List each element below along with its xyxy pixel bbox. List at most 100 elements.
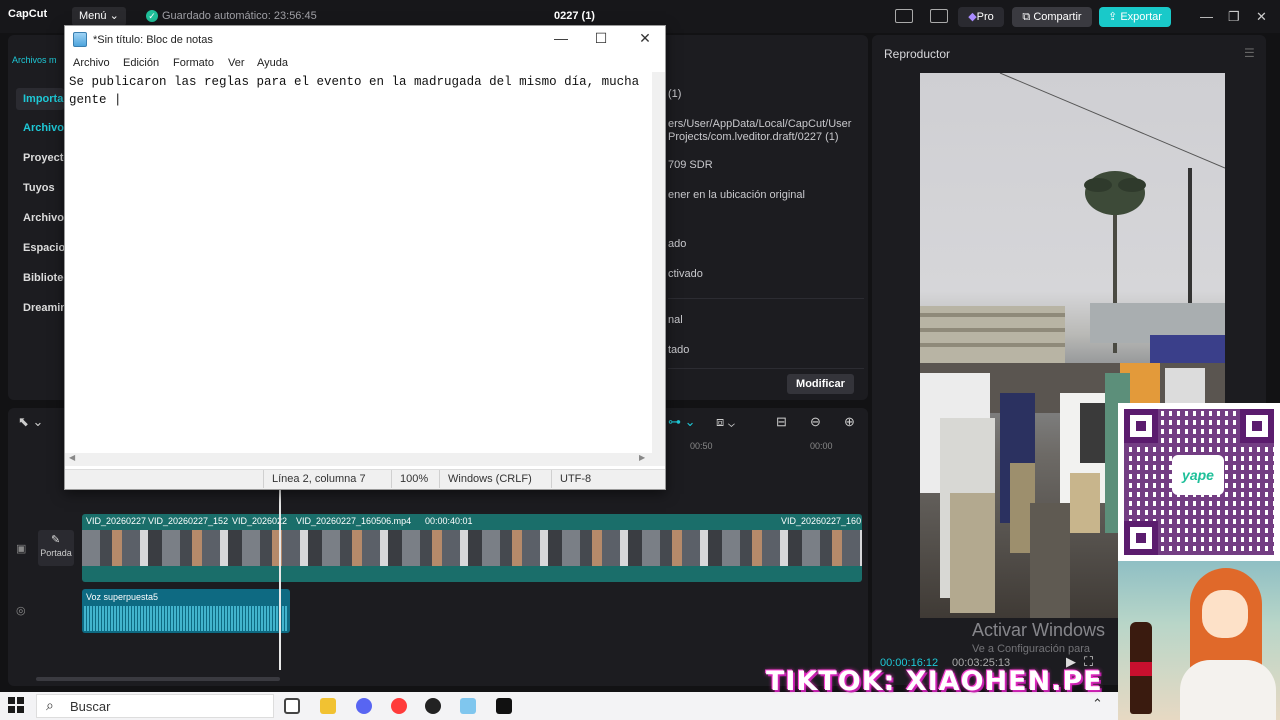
file-explorer-icon[interactable] <box>320 698 336 714</box>
notepad-text-area[interactable]: Se publicaron las reglas para el evento … <box>69 73 645 109</box>
voiceover-label: Voz superpuesta5 <box>86 592 159 602</box>
windows-start-icon[interactable] <box>8 697 24 713</box>
vertical-scrollbar[interactable] <box>652 72 665 453</box>
close-icon[interactable]: ✕ <box>1256 9 1267 25</box>
minimize-icon[interactable]: — <box>541 30 581 46</box>
playhead[interactable] <box>279 486 281 670</box>
minimize-icon[interactable]: — <box>1200 9 1213 24</box>
sidebar-item-space[interactable]: Espacio <box>16 237 64 259</box>
sidebar-item-project[interactable]: Proyecto <box>16 147 64 169</box>
maximize-icon[interactable]: ❐ <box>1228 9 1240 25</box>
menu-button[interactable]: Menú ⌄ <box>72 7 126 26</box>
color-space-value: 709 SDR <box>668 159 713 171</box>
sidebar-item-files[interactable]: Archivos <box>16 207 64 229</box>
sidebar-item-import[interactable]: Importar <box>16 88 64 110</box>
obs-icon[interactable] <box>425 698 441 714</box>
horizontal-scrollbar[interactable] <box>65 453 665 466</box>
status-separator <box>391 470 392 488</box>
search-icon: ⌕ <box>46 697 54 713</box>
player-title: Reproductor <box>884 47 951 61</box>
clip-label[interactable]: VID_20260227_152 <box>148 516 228 526</box>
ruler-mark: 00:00 <box>810 441 833 451</box>
audio-waveform <box>84 606 288 631</box>
divider <box>668 298 864 299</box>
diamond-icon: ◆ <box>968 11 977 23</box>
menu-edicion[interactable]: Edición <box>123 57 159 69</box>
project-title: 0227 (1) <box>554 10 595 22</box>
activate-windows-title: Activar Windows <box>972 620 1106 640</box>
clip-label[interactable]: VID_20260227_160 <box>781 516 861 526</box>
notepad-title: *Sin título: Bloc de notas <box>93 34 213 46</box>
yape-logo: yape <box>1172 455 1224 495</box>
autosave-status: ✓ Guardado automático: 23:56:45 <box>146 10 317 22</box>
pro-button[interactable]: ◆Pro <box>958 7 1004 27</box>
notepad-app-icon <box>73 32 87 47</box>
menu-ver[interactable]: Ver <box>228 57 245 69</box>
project-path-line2: Projects/com.lveditor.draft/0227 (1) <box>668 131 839 143</box>
menu-label: Menú <box>79 10 107 22</box>
hamburger-menu-icon[interactable]: ☰ <box>1244 46 1255 60</box>
share-icon: ⧉ <box>1022 11 1034 23</box>
line-ending: Windows (CRLF) <box>448 473 532 485</box>
maximize-icon[interactable]: ☐ <box>581 30 621 47</box>
check-icon: ✓ <box>146 10 158 22</box>
layout-icon[interactable] <box>895 9 913 23</box>
menu-formato[interactable]: Formato <box>173 57 214 69</box>
modify-button[interactable]: Modificar <box>787 374 854 394</box>
link-toggle-icon[interactable]: ⊶ ⌄ <box>668 414 696 430</box>
zoom-level: 100% <box>400 473 429 485</box>
status-separator <box>263 470 264 488</box>
keyboard-icon[interactable] <box>930 9 948 23</box>
cursor-position: Línea 2, columna 7 <box>272 473 366 485</box>
clip-label[interactable]: VID_20260227_160506.mp4 <box>296 516 411 526</box>
notepad-taskbar-icon[interactable] <box>460 698 476 714</box>
qr-finder <box>1240 409 1274 443</box>
ruler-mark: 00:50 <box>690 441 713 451</box>
sidebar-item-yours[interactable]: Tuyos <box>16 177 64 199</box>
pro-label: Pro <box>976 11 994 23</box>
timeline-scrollbar[interactable] <box>36 677 280 681</box>
save-option-value: ener en la ubicación original <box>668 189 805 201</box>
capcut-taskbar-icon[interactable] <box>496 698 512 714</box>
select-tool-icon[interactable]: ⬉ ⌄ <box>18 414 43 430</box>
share-button[interactable]: ⧉ Compartir <box>1012 7 1092 27</box>
export-button[interactable]: ⇪ Exportar <box>1099 7 1171 27</box>
notepad-window[interactable]: *Sin título: Bloc de notas — ☐ ✕ Archivo… <box>64 25 666 490</box>
menu-archivo[interactable]: Archivo <box>73 57 110 69</box>
snap-icon[interactable]: ⧈ ⌄ <box>716 414 735 430</box>
preview-axis-icon[interactable]: ⊟ <box>776 414 787 430</box>
status-separator <box>551 470 552 488</box>
status-value-2: ctivado <box>668 268 703 280</box>
track-audio-icon: ◎ <box>16 605 26 617</box>
status-separator <box>439 470 440 488</box>
menu-ayuda[interactable]: Ayuda <box>257 57 288 69</box>
edit-pencil-icon: ✎ <box>51 534 61 546</box>
chevron-down-icon: ⌄ <box>109 10 119 22</box>
discord-icon[interactable] <box>356 698 372 714</box>
project-name-partial: (1) <box>668 88 682 100</box>
sidebar-item-library[interactable]: Bibliotec <box>16 267 64 289</box>
project-path-line1: ers/User/AppData/Local/CapCut/User <box>668 118 852 130</box>
tab-media-files[interactable]: Archivos m <box>12 55 57 65</box>
close-icon[interactable]: ✕ <box>625 30 665 47</box>
status-value-3: nal <box>668 314 683 326</box>
sidebar-item-dreamina[interactable]: Dreamin <box>16 297 64 319</box>
scroll-left-icon[interactable]: ◀ <box>69 453 75 462</box>
qr-finder <box>1124 521 1158 555</box>
qr-finder <box>1124 409 1158 443</box>
track-video-icon: ▣ <box>16 543 27 555</box>
zoom-out-icon[interactable]: ⊖ <box>810 414 821 430</box>
soda-bottle <box>1130 622 1152 714</box>
capcut-logo: CapCut <box>8 8 48 20</box>
tiktok-handle: TIKTOK: XIAOHEN.PE <box>766 666 1103 697</box>
scroll-right-icon[interactable]: ▶ <box>639 453 645 462</box>
opera-icon[interactable] <box>391 698 407 714</box>
zoom-in-icon[interactable]: ⊕ <box>844 414 855 430</box>
sidebar-item-file[interactable]: Archivo <box>16 117 64 139</box>
task-view-icon[interactable] <box>284 698 300 714</box>
status-value-1: ado <box>668 238 687 250</box>
status-value-4: tado <box>668 344 690 356</box>
chevron-up-icon[interactable]: ⌃ <box>1092 696 1103 712</box>
autosave-text: Guardado automático: 23:56:45 <box>162 10 317 22</box>
clip-label[interactable]: VID_20260227 <box>86 516 146 526</box>
